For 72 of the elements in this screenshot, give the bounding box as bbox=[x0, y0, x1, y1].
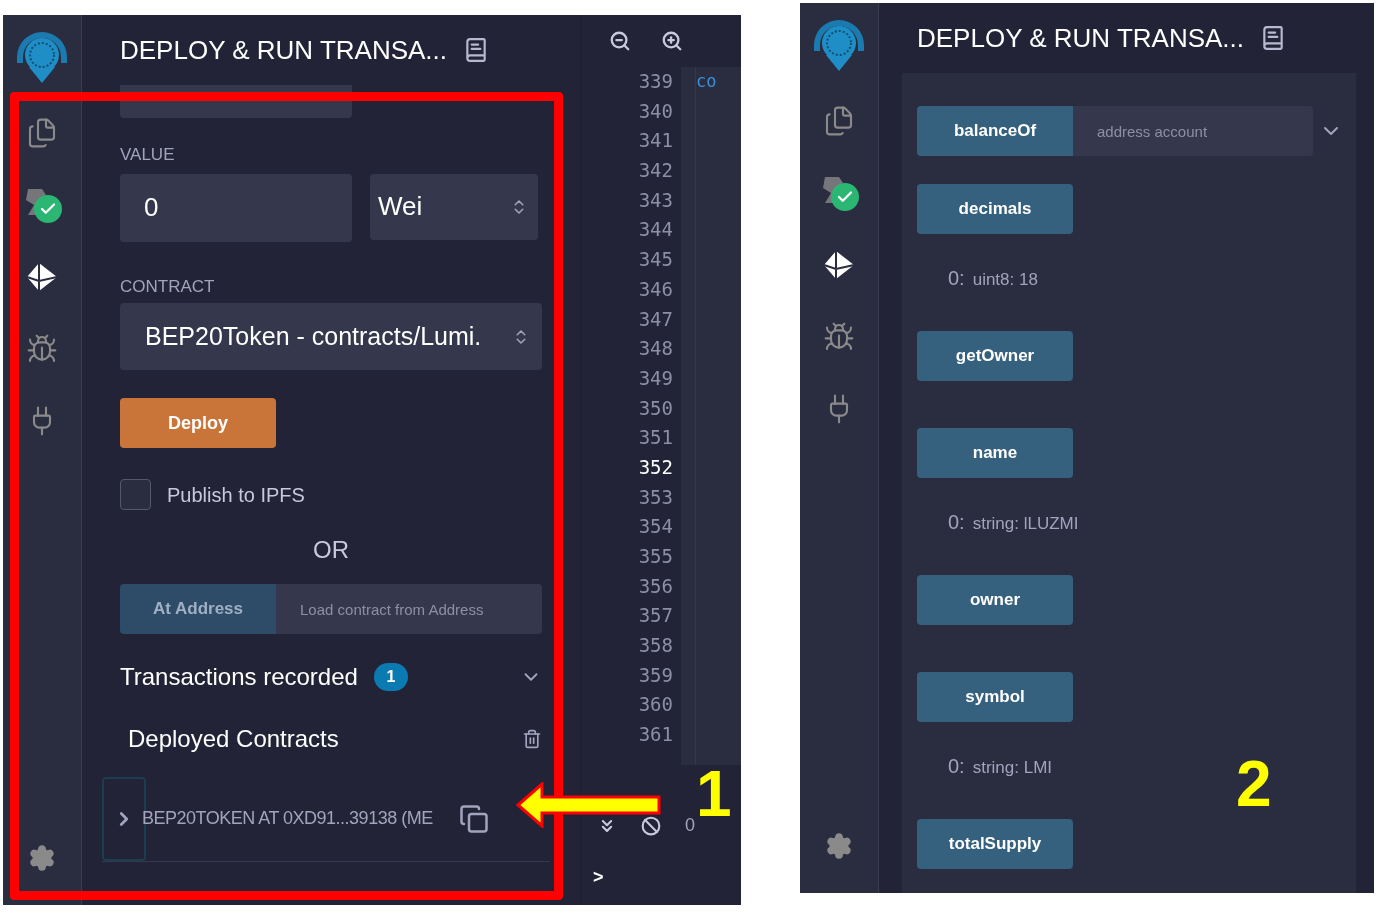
line-number: 351 bbox=[638, 425, 673, 451]
function-button[interactable]: symbol bbox=[917, 672, 1073, 722]
line-number: 345 bbox=[638, 247, 673, 273]
function-button[interactable]: totalSupply bbox=[917, 819, 1073, 869]
unit-select[interactable]: Wei bbox=[370, 173, 538, 240]
bug-icon[interactable] bbox=[26, 333, 58, 365]
line-number: 350 bbox=[638, 395, 673, 421]
settings-icon[interactable] bbox=[825, 832, 853, 860]
output-index: 0: bbox=[948, 756, 965, 776]
at-address-button[interactable]: At Address bbox=[120, 584, 276, 634]
line-number: 356 bbox=[638, 573, 673, 599]
deploy-button[interactable]: Deploy bbox=[120, 398, 276, 448]
contract-instance[interactable]: BEP20TOKEN AT 0XD91...39138 (ME bbox=[142, 805, 433, 832]
zoom-in-icon[interactable] bbox=[661, 30, 683, 52]
panel-title: DEPLOY & RUN TRANSA... bbox=[917, 21, 1245, 55]
diamond-icon[interactable] bbox=[25, 261, 59, 293]
contract-select[interactable]: BEP20Token - contracts/Lumi. bbox=[120, 303, 542, 370]
line-number: 359 bbox=[638, 662, 673, 688]
settings-icon[interactable] bbox=[28, 844, 56, 872]
code-text: co bbox=[696, 70, 718, 93]
clear-icon[interactable] bbox=[641, 815, 661, 836]
line-number: 361 bbox=[638, 722, 673, 748]
address-field[interactable]: Load contract from Address bbox=[276, 584, 542, 634]
line-number: 346 bbox=[638, 276, 673, 302]
line-number: 340 bbox=[638, 98, 673, 124]
line-number: 352 bbox=[638, 454, 673, 480]
output-value: string: LMI bbox=[972, 759, 1053, 776]
count-badge: 1 bbox=[373, 663, 408, 691]
value-field[interactable]: 0 bbox=[120, 173, 352, 242]
function-button[interactable]: name bbox=[917, 428, 1073, 478]
output-value: string: lLUZMI bbox=[972, 515, 1079, 532]
trash-icon[interactable] bbox=[522, 729, 542, 749]
line-number: 349 bbox=[638, 365, 673, 391]
output-index: 0: bbox=[948, 512, 965, 532]
deployed-contracts-title: Deployed Contracts bbox=[128, 724, 340, 754]
line-number: 344 bbox=[638, 217, 673, 243]
line-number: 341 bbox=[638, 128, 673, 154]
line-number: 348 bbox=[638, 336, 673, 362]
files-icon[interactable] bbox=[823, 105, 855, 137]
line-number: 354 bbox=[638, 514, 673, 540]
bug-icon[interactable] bbox=[823, 321, 855, 353]
line-number: 355 bbox=[638, 544, 673, 569]
contract-label: CONTRACT bbox=[120, 275, 216, 298]
files-icon[interactable] bbox=[26, 117, 58, 149]
line-number: 342 bbox=[638, 158, 673, 184]
line-number: 357 bbox=[638, 603, 673, 629]
function-button[interactable]: decimals bbox=[917, 184, 1073, 234]
output-index: 0: bbox=[948, 268, 965, 288]
line-number: 360 bbox=[638, 692, 673, 718]
transactions-title: Transactions recorded bbox=[120, 662, 358, 692]
function-button[interactable]: getOwner bbox=[917, 331, 1073, 381]
line-number: 347 bbox=[638, 306, 673, 332]
terminal-prompt[interactable]: > bbox=[593, 864, 741, 891]
output-value: uint8: 18 bbox=[972, 271, 1038, 288]
callout-number: 1 bbox=[696, 762, 732, 826]
line-number: 339 bbox=[638, 69, 673, 94]
zoom-out-icon[interactable] bbox=[609, 30, 631, 52]
or-text: OR bbox=[313, 535, 349, 565]
checkbox[interactable] bbox=[120, 479, 151, 510]
value-label: VALUE bbox=[120, 144, 176, 166]
line-number: 343 bbox=[638, 187, 673, 213]
line-number: 358 bbox=[638, 633, 673, 659]
line-number: 353 bbox=[638, 484, 673, 510]
copy-icon[interactable] bbox=[458, 803, 489, 834]
callout-number: 2 bbox=[1236, 752, 1272, 816]
publish-label: Publish to IPFS bbox=[167, 482, 305, 508]
diamond-icon[interactable] bbox=[822, 249, 856, 281]
argument-field[interactable]: address account bbox=[1073, 106, 1313, 156]
pending-count: 0 bbox=[685, 814, 695, 837]
function-button[interactable]: owner bbox=[917, 575, 1073, 625]
panel-title: DEPLOY & RUN TRANSA... bbox=[120, 33, 448, 67]
function-button[interactable]: balanceOf bbox=[917, 106, 1073, 156]
